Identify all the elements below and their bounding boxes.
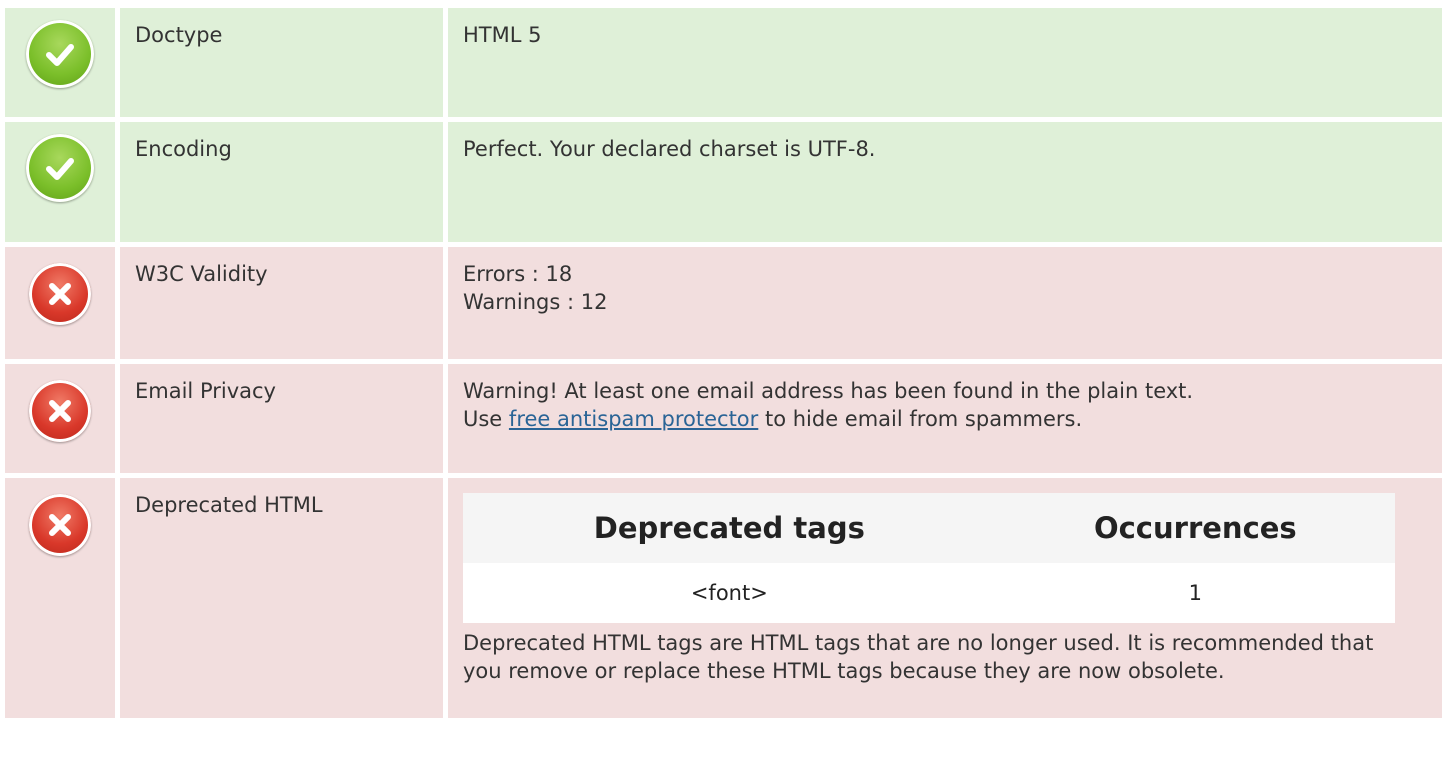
email-status-cell	[5, 364, 115, 473]
email-advice-prefix: Use	[463, 407, 509, 431]
email-advice-suffix: to hide email from spammers.	[758, 407, 1083, 431]
doctype-label: Doctype	[120, 8, 443, 117]
deprecated-tags-header: Deprecated tags	[463, 493, 996, 563]
deprecated-tags-table: Deprecated tags Occurrences <font> 1	[463, 493, 1395, 623]
doctype-value-text: HTML 5	[463, 23, 542, 47]
occurrences-header: Occurrences	[995, 493, 1395, 563]
doctype-row: Doctype HTML 5	[5, 8, 1442, 117]
w3c-status-cell	[5, 247, 115, 359]
email-warning-text: Warning! At least one email address has …	[463, 379, 1194, 403]
w3c-validity-label: W3C Validity	[120, 247, 443, 359]
check-circle-icon	[26, 134, 94, 202]
w3c-validity-row: W3C Validity Errors : 18 Warnings : 12	[5, 247, 1442, 359]
doctype-value: HTML 5	[448, 8, 1442, 117]
check-circle-icon	[26, 20, 94, 88]
encoding-status-cell	[5, 122, 115, 242]
deprecated-tag-cell: <font>	[463, 563, 996, 623]
occurrences-cell: 1	[995, 563, 1395, 623]
x-circle-icon	[29, 263, 91, 325]
antispam-protector-link[interactable]: free antispam protector	[509, 407, 758, 431]
deprecated-html-label: Deprecated HTML	[120, 478, 443, 718]
encoding-label: Encoding	[120, 122, 443, 242]
deprecated-html-note: Deprecated HTML tags are HTML tags that …	[463, 631, 1374, 683]
w3c-errors-text: Errors : 18	[463, 262, 573, 286]
email-privacy-value: Warning! At least one email address has …	[448, 364, 1442, 473]
seo-report-table: Doctype HTML 5 Encoding Perfect. Your de…	[5, 8, 1442, 723]
email-privacy-row: Email Privacy Warning! At least one emai…	[5, 364, 1442, 473]
deprecated-table-header-row: Deprecated tags Occurrences	[463, 493, 1395, 563]
encoding-value: Perfect. Your declared charset is UTF-8.	[448, 122, 1442, 242]
table-row: <font> 1	[463, 563, 1395, 623]
w3c-validity-value: Errors : 18 Warnings : 12	[448, 247, 1442, 359]
encoding-row: Encoding Perfect. Your declared charset …	[5, 122, 1442, 242]
deprecated-status-cell	[5, 478, 115, 718]
email-advice-text: Use free antispam protector to hide emai…	[463, 405, 1431, 433]
email-privacy-label: Email Privacy	[120, 364, 443, 473]
deprecated-html-row: Deprecated HTML Deprecated tags Occurren…	[5, 478, 1442, 718]
encoding-value-text: Perfect. Your declared charset is UTF-8.	[463, 137, 876, 161]
doctype-status-cell	[5, 8, 115, 117]
w3c-warnings-text: Warnings : 12	[463, 290, 608, 314]
deprecated-html-value: Deprecated tags Occurrences <font> 1 Dep…	[448, 478, 1442, 718]
x-circle-icon	[29, 380, 91, 442]
x-circle-icon	[29, 494, 91, 556]
